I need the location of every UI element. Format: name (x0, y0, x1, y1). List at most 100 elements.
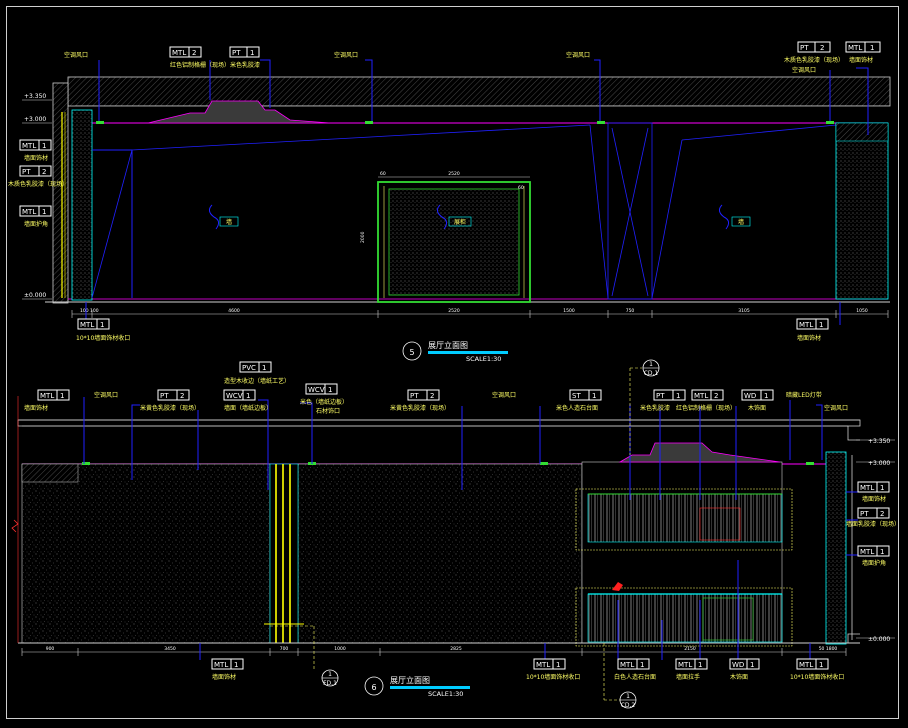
svg-text:1: 1 (626, 693, 630, 700)
svg-text:1: 1 (60, 392, 64, 400)
tag-5-top-1: PT 1 (229, 46, 260, 58)
svg-text:PT: PT (410, 392, 419, 400)
svg-text:MTL: MTL (22, 208, 36, 216)
display-cabinet-inner (388, 188, 520, 296)
note-6-bottom-3: 墙面拉手 (676, 673, 700, 681)
note-6-top-4: 墙面（墙纸边板） (224, 404, 272, 412)
svg-text:MTL: MTL (536, 661, 550, 669)
svg-text:MTL: MTL (80, 321, 94, 329)
svg-text:MTL: MTL (848, 44, 862, 52)
svg-text:1: 1 (592, 392, 596, 400)
levels-5: +3.350 +3.000 ±0.000 (22, 93, 52, 300)
note-6-right-1: 墙面乳胶漆（现场） (846, 520, 900, 528)
note-5-left-2: 墙面护角 (24, 220, 48, 228)
svg-text:MTL: MTL (620, 661, 634, 669)
title-6: 6 展厅立面图 SCALE1:30 (364, 675, 470, 698)
level-5-ceiling: +3.000 (24, 116, 46, 123)
dim-5-side: 2000 (360, 231, 366, 243)
levels-6: +3.350 +3.000 ±0.000 (856, 438, 895, 643)
svg-text:1: 1 (698, 661, 702, 669)
svg-text:1: 1 (328, 386, 332, 394)
main-wall-6 (21, 463, 271, 644)
svg-text:WD: WD (744, 392, 756, 400)
svg-text:2: 2 (714, 392, 718, 400)
tag-5-left-1: PT 2 (19, 165, 52, 177)
svg-text:2: 2 (880, 510, 884, 518)
title-5-number: 5 (409, 348, 414, 357)
svg-text:1: 1 (819, 661, 823, 669)
note-5-top-0: 空调风口 (64, 51, 88, 59)
tag-6-right-0: MTL 1 (857, 481, 890, 493)
room-label-5-1: 展柜 (454, 218, 466, 226)
note-5-top-5: 木质色乳胶漆（现场） (784, 56, 844, 64)
svg-text:WCV: WCV (226, 392, 243, 400)
note-5-left-0: 墙面饰材 (24, 154, 48, 162)
svg-text:2: 2 (192, 49, 196, 57)
dim-6-b-6: 50 1800 (819, 646, 838, 652)
level-6-floor: ±0.000 (868, 636, 890, 643)
note-5-bottom-1: 墙面饰材 (797, 334, 821, 342)
dim-5-top-1: 60 (380, 171, 386, 177)
tag-6-bottom-5: MTL 1 (796, 658, 829, 670)
note-6-bottom-0: 墙面饰材 (212, 673, 236, 681)
dim-5-b-0: 100 100 (80, 308, 99, 314)
title-5: 5 展厅立面图 SCALE1:30 (402, 340, 508, 363)
dim-6-b-0: 900 (46, 646, 55, 652)
dim-5-b-4: 750 (626, 308, 635, 314)
tag-5-bottom-1: MTL 1 (796, 318, 829, 330)
tag-5-top-3: MTL 1 (845, 41, 881, 53)
note-6-top-2: 米黄色乳胶漆（现场） (140, 404, 200, 412)
room-label-5-2: 墙 (738, 218, 744, 226)
svg-text:1: 1 (819, 321, 823, 329)
left-column-5 (52, 82, 69, 304)
tag-6-right-2: MTL 1 (857, 545, 890, 557)
tag-6-top-5: PT 2 (407, 389, 440, 401)
tag-6-bottom-4: WD 1 (729, 658, 760, 670)
svg-text:MTL: MTL (214, 661, 228, 669)
svg-text:FD.1: FD.1 (323, 680, 337, 687)
tag-6-top-4: WCV 1 (305, 383, 338, 395)
svg-text:MTL: MTL (22, 142, 36, 150)
svg-text:MTL: MTL (172, 49, 186, 57)
level-5-top: +3.350 (24, 93, 46, 100)
yellow-trim-strips (264, 463, 304, 644)
level-6-top: +3.350 (868, 438, 890, 445)
level-6-ceiling: +3.000 (868, 460, 890, 467)
svg-text:1: 1 (100, 321, 104, 329)
svg-text:CD.2: CD.2 (621, 702, 636, 709)
room-label-5-0: 墙 (226, 218, 232, 226)
tag-6-top-8: MTL 2 (691, 389, 724, 401)
main-wall-6b (297, 463, 583, 644)
dim-6-b-2: 700 (280, 646, 289, 652)
note-5-top-6: 空调风口 (792, 66, 816, 74)
svg-text:PVC: PVC (242, 364, 256, 372)
dim-5-top-2: 60 (518, 185, 524, 191)
svg-text:PT: PT (860, 510, 869, 518)
tag-5-top-0: MTL 2 (169, 46, 202, 58)
note-5-top-1: 红色铝制格栅（现场） (170, 61, 230, 69)
note-6-right-0: 墙面饰材 (862, 495, 886, 503)
tag-5-left-2: MTL 1 (19, 205, 52, 217)
note-6-bottom-2: 白色人造石台面 (614, 673, 656, 681)
left-wall-panel-5 (71, 109, 93, 301)
note-6-top-10: 米色乳胶漆 (640, 404, 670, 412)
svg-text:1: 1 (880, 484, 884, 492)
svg-text:PT: PT (656, 392, 665, 400)
svg-text:2: 2 (430, 392, 434, 400)
tag-6-top-3: WCV 1 (223, 389, 256, 401)
svg-text:PT: PT (800, 44, 809, 52)
svg-text:PT: PT (232, 49, 241, 57)
dim-5-top-0: 2520 (448, 171, 460, 177)
tag-5-top-2: PT 2 (797, 41, 831, 53)
svg-text:MTL: MTL (678, 661, 692, 669)
svg-text:CD.1: CD.1 (644, 370, 659, 377)
svg-text:1: 1 (328, 671, 332, 678)
dim-5-b-3: 1500 (563, 308, 575, 314)
note-5-top-7: 墙面饰材 (849, 56, 873, 64)
right-wall-panel-5 (835, 122, 889, 300)
title-5-text: 展厅立面图 (428, 340, 468, 350)
note-6-top-9: 米色人造石台面 (556, 404, 598, 412)
note-6-top-3: 造型木收边（墙纸工艺） (224, 377, 290, 385)
svg-text:MTL: MTL (40, 392, 54, 400)
tag-6-top-9: WD 1 (741, 389, 774, 401)
